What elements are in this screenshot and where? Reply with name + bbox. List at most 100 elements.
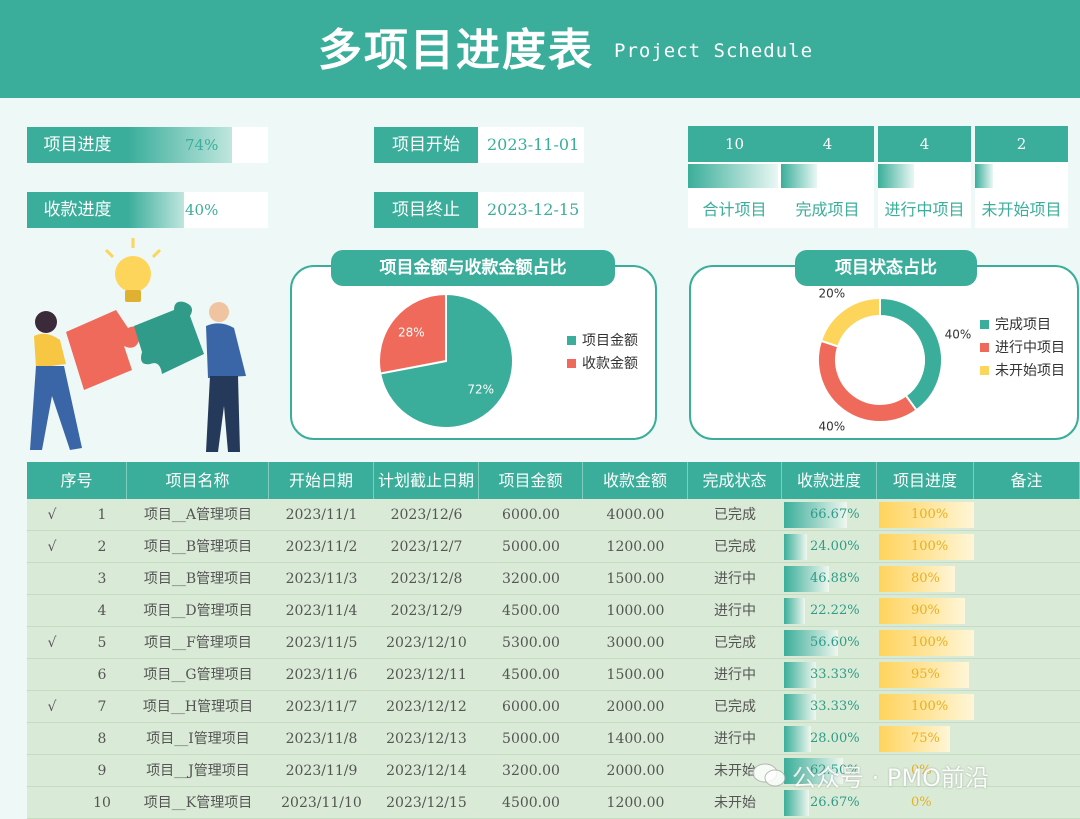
cell-status: 进行中 bbox=[714, 731, 756, 747]
cell-amount: 5000.00 bbox=[502, 731, 560, 747]
stat-count: 10 bbox=[688, 126, 781, 162]
cell-amount: 4500.00 bbox=[502, 603, 560, 619]
table-row[interactable]: 6 项目__G管理项目 2023/11/6 2023/12/11 4500.00 1500… bbox=[27, 659, 1080, 691]
payment-progress-bar bbox=[784, 534, 807, 560]
payment-progress-text: 33.33% bbox=[810, 699, 860, 714]
cell-note[interactable] bbox=[974, 659, 1080, 691]
project-progress-text: 75% bbox=[911, 731, 940, 746]
stat-count: 4 bbox=[781, 126, 874, 162]
cell-no: 1 bbox=[97, 507, 107, 523]
cell-note[interactable] bbox=[974, 531, 1080, 563]
legend-swatch bbox=[980, 366, 989, 375]
cell-note[interactable] bbox=[974, 691, 1080, 723]
pie-label: 40% bbox=[818, 419, 845, 433]
cell-note[interactable] bbox=[974, 755, 1080, 787]
cell-amount: 4500.00 bbox=[502, 667, 560, 683]
check-mark: √ bbox=[47, 507, 57, 523]
cell-no: 10 bbox=[93, 795, 111, 811]
legend-swatch bbox=[980, 343, 989, 352]
cell-end: 2023/12/8 bbox=[390, 571, 463, 587]
payment-progress-text: 46.88% bbox=[810, 571, 860, 586]
column-header[interactable]: 收款金额 bbox=[583, 462, 688, 499]
cell-status: 已完成 bbox=[714, 539, 756, 555]
cell-note[interactable] bbox=[974, 787, 1080, 819]
payment-progress-bar bbox=[784, 598, 806, 624]
table-row[interactable]: 4 项目__D管理项目 2023/11/4 2023/12/9 4500.00 1000.… bbox=[27, 595, 1080, 627]
column-header[interactable]: 项目名称 bbox=[127, 462, 269, 499]
cell-no: 9 bbox=[97, 763, 107, 779]
legend-swatch bbox=[980, 320, 989, 329]
payment-progress-bar bbox=[784, 726, 811, 752]
column-header[interactable]: 开始日期 bbox=[269, 462, 374, 499]
payment-progress-text: 28.00% bbox=[810, 731, 860, 746]
table-row[interactable]: √ 7 项目__H管理项目 2023/11/7 2023/12/12 6000.00 200… bbox=[27, 691, 1080, 723]
column-header[interactable]: 备注 bbox=[974, 462, 1080, 499]
column-header[interactable]: 项目进度 bbox=[877, 462, 974, 499]
amount-pie-legend: 项目金额 收款金额 bbox=[567, 330, 638, 376]
cell-end: 2023/12/12 bbox=[386, 699, 467, 715]
cell-note[interactable] bbox=[974, 595, 1080, 627]
cell-note[interactable] bbox=[974, 499, 1080, 531]
cell-status: 进行中 bbox=[714, 667, 756, 683]
page-subtitle: Project Schedule bbox=[614, 40, 814, 62]
column-header[interactable]: 计划截止日期 bbox=[374, 462, 479, 499]
table-row[interactable]: √ 5 项目__F管理项目 2023/11/5 2023/12/10 5300.00 300… bbox=[27, 627, 1080, 659]
cell-name: 项目__J管理项目 bbox=[146, 763, 250, 779]
cell-name: 项目__A管理项目 bbox=[143, 507, 253, 523]
cell-end: 2023/12/15 bbox=[386, 795, 467, 811]
man-figure bbox=[206, 302, 246, 452]
cell-start: 2023/11/8 bbox=[285, 731, 358, 747]
stat-bar-track bbox=[688, 162, 781, 190]
table-row[interactable]: 8 项目__I管理项目 2023/11/8 2023/12/13 5000.00 1400… bbox=[27, 723, 1080, 755]
end-date-value: 2023-12-15 bbox=[478, 192, 584, 228]
table-row[interactable]: √ 2 项目__B管理项目 2023/11/2 2023/12/7 5000.00 1200… bbox=[27, 531, 1080, 563]
stat-bar bbox=[975, 164, 993, 188]
payment-progress-bar bbox=[128, 192, 184, 228]
payment-progress-text: 56.60% bbox=[810, 635, 860, 650]
table-row[interactable]: 3 项目__B管理项目 2023/11/3 2023/12/8 3200.00 1500.… bbox=[27, 563, 1080, 595]
watermark-text: 公众号 · PMO前沿 bbox=[792, 764, 989, 792]
stat-label: 未开始项目 bbox=[975, 190, 1068, 228]
cell-paid: 1200.00 bbox=[606, 795, 665, 811]
pie-slice bbox=[817, 339, 918, 423]
cell-no: 7 bbox=[97, 699, 107, 715]
cell-paid: 2000.00 bbox=[606, 763, 665, 779]
legend-label: 未开始项目 bbox=[995, 363, 1065, 379]
legend-label: 项目金额 bbox=[582, 333, 638, 349]
cell-status: 进行中 bbox=[714, 571, 756, 587]
column-header[interactable]: 序号 bbox=[27, 462, 127, 499]
column-header[interactable]: 收款进度 bbox=[782, 462, 877, 499]
stat-bar bbox=[688, 164, 778, 188]
check-mark bbox=[27, 659, 77, 691]
project-progress-label: 项目进度 bbox=[27, 127, 128, 163]
cell-start: 2023/11/7 bbox=[285, 699, 358, 715]
lightbulb-icon bbox=[104, 238, 162, 302]
start-date-value: 2023-11-01 bbox=[478, 127, 584, 163]
column-header[interactable]: 项目金额 bbox=[479, 462, 583, 499]
payment-progress-label: 收款进度 bbox=[27, 192, 128, 228]
project-progress-text: 95% bbox=[911, 667, 940, 682]
cell-end: 2023/12/6 bbox=[390, 507, 463, 523]
cell-end: 2023/12/7 bbox=[390, 539, 463, 555]
cell-amount: 5300.00 bbox=[502, 635, 560, 651]
cell-name: 项目__F管理项目 bbox=[144, 635, 252, 651]
stat-bar bbox=[781, 164, 817, 188]
stat-count: 2 bbox=[975, 126, 1068, 162]
table-row[interactable]: √ 1 项目__A管理项目 2023/11/1 2023/12/6 6000.00 4000… bbox=[27, 499, 1080, 531]
cell-note[interactable] bbox=[974, 723, 1080, 755]
cell-name: 项目__D管理项目 bbox=[143, 603, 253, 619]
teamwork-illustration bbox=[30, 238, 246, 452]
cell-amount: 6000.00 bbox=[502, 699, 560, 715]
project-progress-box: 74% bbox=[128, 127, 268, 163]
pie-label: 40% bbox=[945, 328, 972, 342]
check-mark: √ bbox=[47, 635, 57, 651]
cell-name: 项目__G管理项目 bbox=[143, 667, 253, 683]
project-progress-text: 90% bbox=[911, 603, 940, 618]
column-header[interactable]: 完成状态 bbox=[688, 462, 782, 499]
check-mark bbox=[27, 723, 77, 755]
payment-progress-value: 40% bbox=[185, 201, 219, 219]
cell-note[interactable] bbox=[974, 627, 1080, 659]
cell-note[interactable] bbox=[974, 563, 1080, 595]
pie-label: 72% bbox=[467, 383, 494, 397]
project-progress-value: 74% bbox=[185, 136, 219, 154]
